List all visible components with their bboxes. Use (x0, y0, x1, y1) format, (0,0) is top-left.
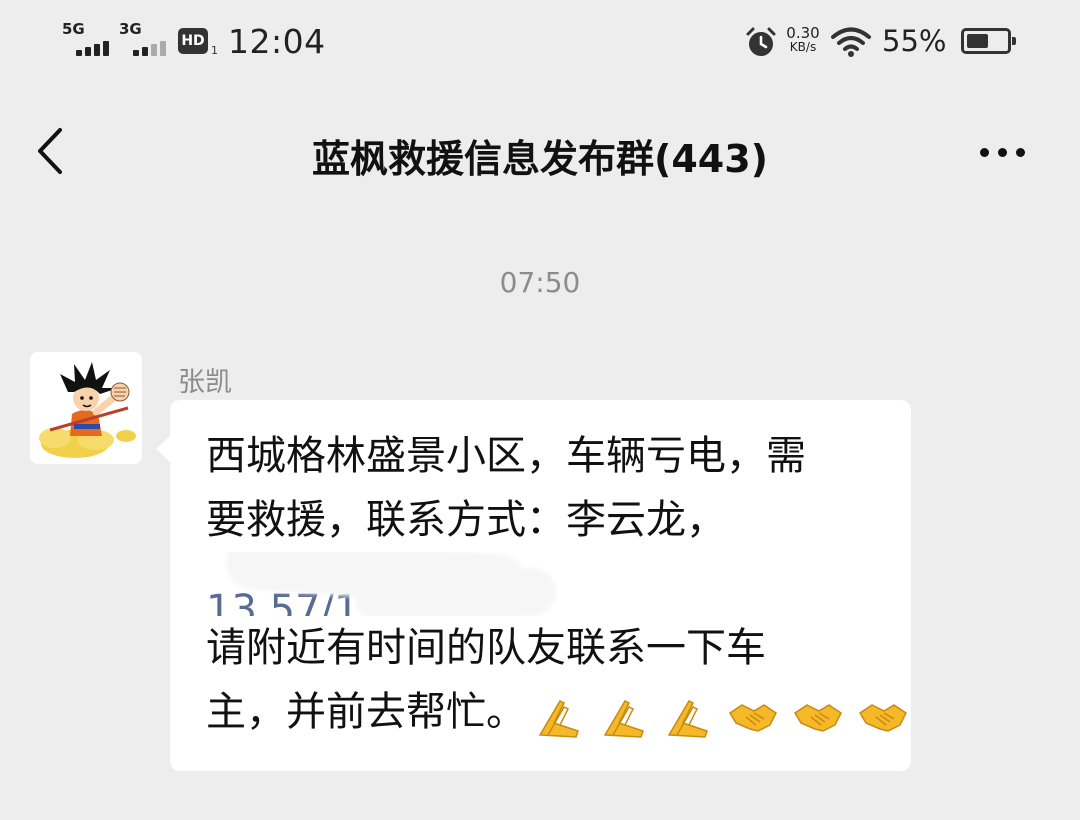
emoji-row (534, 682, 910, 746)
message-line: 西城格林盛景小区，车辆亏电，需 (206, 433, 806, 479)
hd-voice-icon: HD (178, 28, 208, 54)
message-line-text: 主，并前去帮忙。 (206, 689, 526, 735)
wifi-icon (830, 26, 872, 58)
avatar[interactable] (30, 352, 142, 464)
network-type-label: 3G (119, 20, 142, 38)
page-title: 蓝枫救援信息发布群(443) (311, 137, 769, 181)
signal-5g-icon: 5G (62, 20, 114, 60)
speed-value: 0.30 (786, 24, 820, 42)
status-time: 12:04 (228, 22, 326, 61)
alarm-icon (744, 26, 778, 60)
speed-unit: KB/s (789, 40, 817, 54)
avatar-cartoon-icon (30, 352, 142, 464)
folded-hands-icon (599, 694, 649, 738)
battery-percent: 55% (882, 24, 947, 58)
handshake-icon (728, 694, 778, 738)
chat-header: 蓝枫救援信息发布群(443) (0, 90, 1080, 210)
handshake-icon (858, 694, 908, 738)
status-bar: 5G 3G HD 1 12:04 0.30 KB/s 55% (0, 0, 1080, 90)
network-speed: 0.30 KB/s (781, 24, 825, 55)
folded-hands-icon (534, 694, 584, 738)
battery-icon (961, 28, 1016, 54)
battery-fill (967, 34, 988, 48)
message-line: 主，并前去帮忙。 (206, 680, 907, 744)
handshake-icon (793, 694, 843, 738)
hd-sub-label: 1 (211, 44, 218, 57)
message-bubble[interactable]: 西城格林盛景小区，车辆亏电，需 要救援，联系方式：李云龙， 13 57/19/ … (156, 400, 911, 771)
sender-name: 张凯 (178, 367, 232, 398)
more-options-button[interactable] (960, 120, 1050, 180)
folded-hands-icon (663, 694, 713, 738)
time-divider: 07:50 (499, 266, 581, 299)
message-line: 请附近有时间的队友联系一下车 (206, 625, 766, 671)
message-line: 要救援，联系方式：李云龙， (206, 497, 726, 543)
network-type-label: 5G (62, 20, 85, 38)
signal-3g-icon: 3G (119, 20, 171, 60)
phone-number-link[interactable]: 13 57/19/ (206, 552, 883, 616)
